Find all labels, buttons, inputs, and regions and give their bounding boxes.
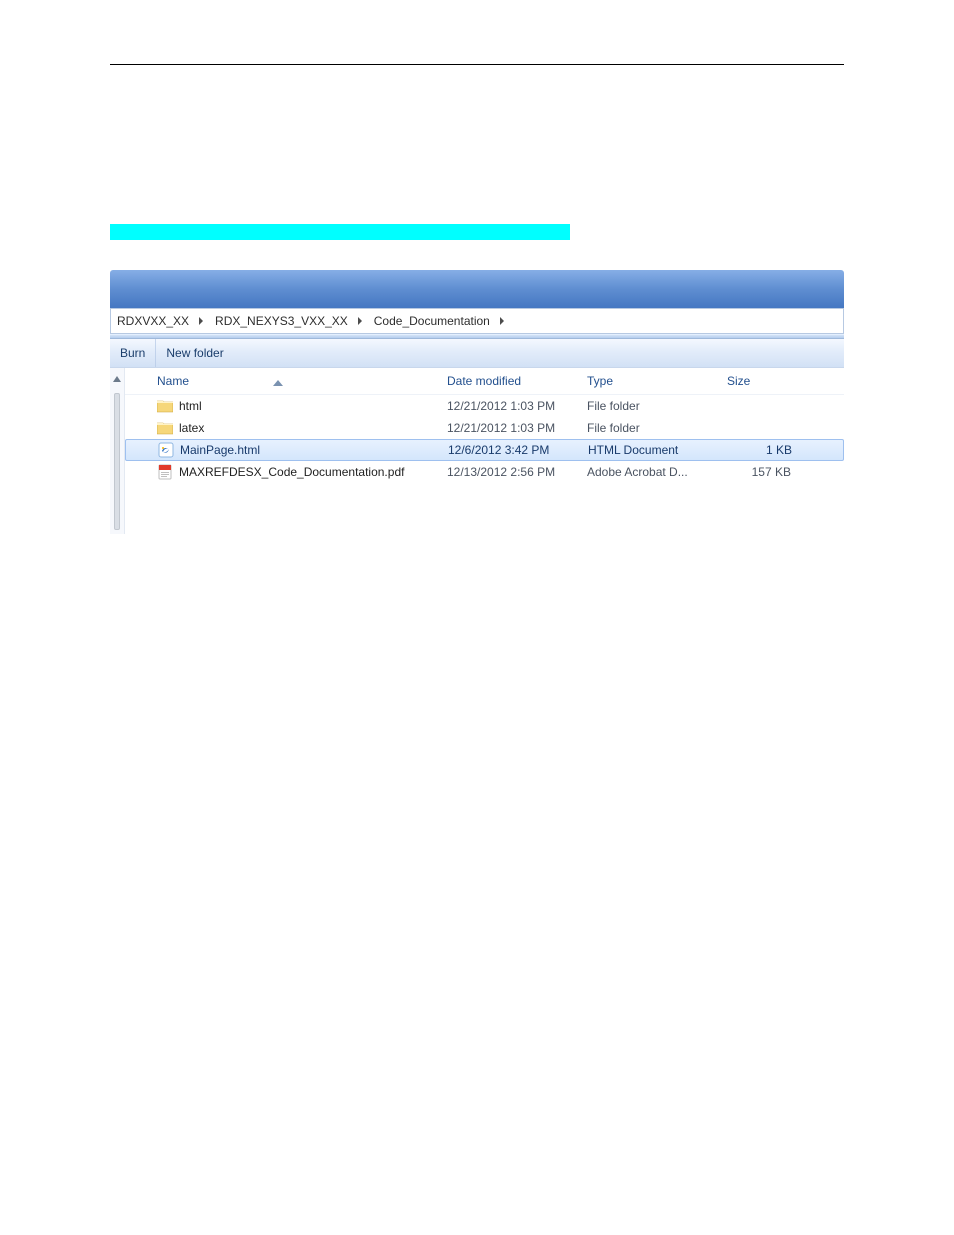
nav-pane-sliver — [110, 368, 125, 534]
burn-button[interactable]: Burn — [110, 339, 156, 367]
scrollbar-thumb[interactable] — [114, 393, 120, 530]
column-type[interactable]: Type — [565, 374, 705, 388]
breadcrumb-item-root[interactable]: RDXVXX_XX — [111, 314, 193, 328]
chevron-right-icon[interactable] — [498, 317, 506, 325]
file-size: 1 KB — [706, 443, 806, 457]
cyan-highlight-bar — [110, 224, 570, 240]
file-name: MAXREFDESX_Code_Documentation.pdf — [179, 465, 404, 479]
file-type: File folder — [565, 421, 705, 435]
file-date: 12/13/2012 2:56 PM — [425, 465, 565, 479]
chevron-right-icon[interactable] — [356, 317, 364, 325]
new-folder-button[interactable]: New folder — [156, 339, 233, 367]
file-name: html — [179, 399, 202, 413]
collapse-up-icon[interactable] — [113, 374, 121, 385]
page-top-rule — [110, 64, 844, 65]
column-size[interactable]: Size — [705, 374, 805, 388]
file-date: 12/21/2012 1:03 PM — [425, 399, 565, 413]
breadcrumb-item-current[interactable]: Code_Documentation — [368, 314, 494, 328]
list-item[interactable]: html 12/21/2012 1:03 PM File folder — [125, 395, 844, 417]
list-item[interactable]: MainPage.html 12/6/2012 3:42 PM HTML Doc… — [125, 439, 844, 461]
breadcrumb-item-mid[interactable]: RDX_NEXYS3_VXX_XX — [209, 314, 352, 328]
folder-icon — [157, 420, 173, 436]
file-name: latex — [179, 421, 204, 435]
list-item[interactable]: latex 12/21/2012 1:03 PM File folder — [125, 417, 844, 439]
file-type: Adobe Acrobat D... — [565, 465, 705, 479]
file-type: HTML Document — [566, 443, 706, 457]
command-bar: Burn New folder — [110, 339, 844, 368]
window-titlebar[interactable] — [110, 270, 844, 308]
sort-ascending-icon — [273, 378, 283, 388]
file-date: 12/6/2012 3:42 PM — [426, 443, 566, 457]
file-type: File folder — [565, 399, 705, 413]
file-size: 157 KB — [705, 465, 805, 479]
folder-icon — [157, 398, 173, 414]
breadcrumb-bar: RDXVXX_XX RDX_NEXYS3_VXX_XX Code_Documen… — [110, 308, 844, 334]
column-name-label: Name — [157, 374, 189, 388]
pdf-file-icon — [157, 464, 173, 480]
file-date: 12/21/2012 1:03 PM — [425, 421, 565, 435]
html-file-icon — [158, 442, 174, 458]
file-name: MainPage.html — [180, 443, 260, 457]
chevron-right-icon[interactable] — [197, 317, 205, 325]
list-item[interactable]: MAXREFDESX_Code_Documentation.pdf 12/13/… — [125, 461, 844, 483]
column-headers: Name Date modified Type Size — [125, 368, 844, 395]
file-list: Name Date modified Type Size — [125, 368, 844, 534]
column-name[interactable]: Name — [125, 374, 425, 388]
column-date[interactable]: Date modified — [425, 374, 565, 388]
explorer-window: RDXVXX_XX RDX_NEXYS3_VXX_XX Code_Documen… — [110, 270, 844, 530]
